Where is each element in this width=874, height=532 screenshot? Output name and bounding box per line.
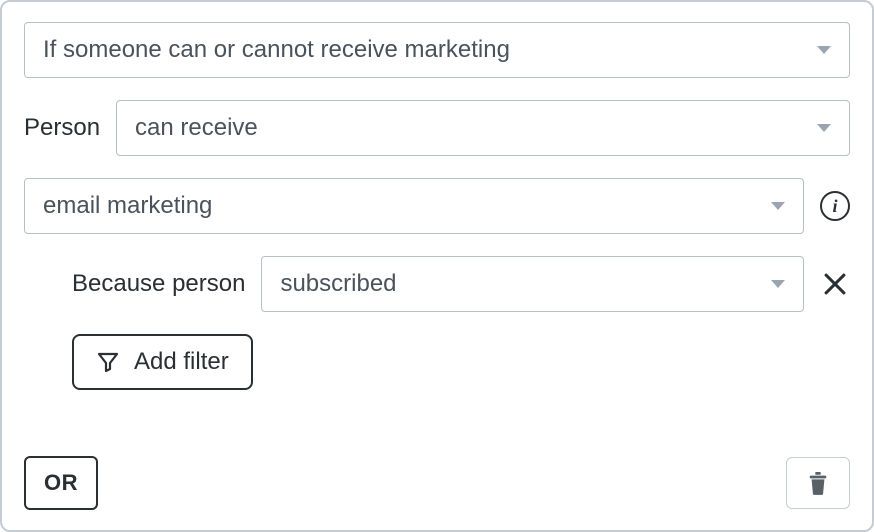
filter-builder-panel: If someone can or cannot receive marketi… [0,0,874,532]
reason-row: Because person subscribed [24,256,850,312]
info-icon[interactable]: i [820,191,850,221]
delete-button[interactable] [786,457,850,509]
add-filter-button[interactable]: Add filter [72,334,253,390]
or-button-label: OR [44,470,78,495]
chevron-down-icon [771,202,785,210]
add-filter-row: Add filter [24,334,850,390]
reason-select[interactable]: subscribed [261,256,804,312]
chevron-down-icon [771,280,785,288]
trash-icon [807,470,829,496]
person-label: Person [24,114,100,142]
channel-select-value: email marketing [43,192,212,220]
or-button[interactable]: OR [24,456,98,510]
chevron-down-icon [817,46,831,54]
reason-label: Because person [72,270,245,298]
bottom-row: OR [24,456,850,510]
chevron-down-icon [817,124,831,132]
person-can-select[interactable]: can receive [116,100,850,156]
condition-select[interactable]: If someone can or cannot receive marketi… [24,22,850,78]
channel-select[interactable]: email marketing [24,178,804,234]
person-row: Person can receive [24,100,850,156]
condition-select-value: If someone can or cannot receive marketi… [43,36,510,64]
close-icon[interactable] [820,269,850,299]
channel-row: email marketing i [24,178,850,234]
filter-icon [96,350,120,374]
reason-select-value: subscribed [280,270,396,298]
add-filter-label: Add filter [134,348,229,376]
person-can-select-value: can receive [135,114,258,142]
